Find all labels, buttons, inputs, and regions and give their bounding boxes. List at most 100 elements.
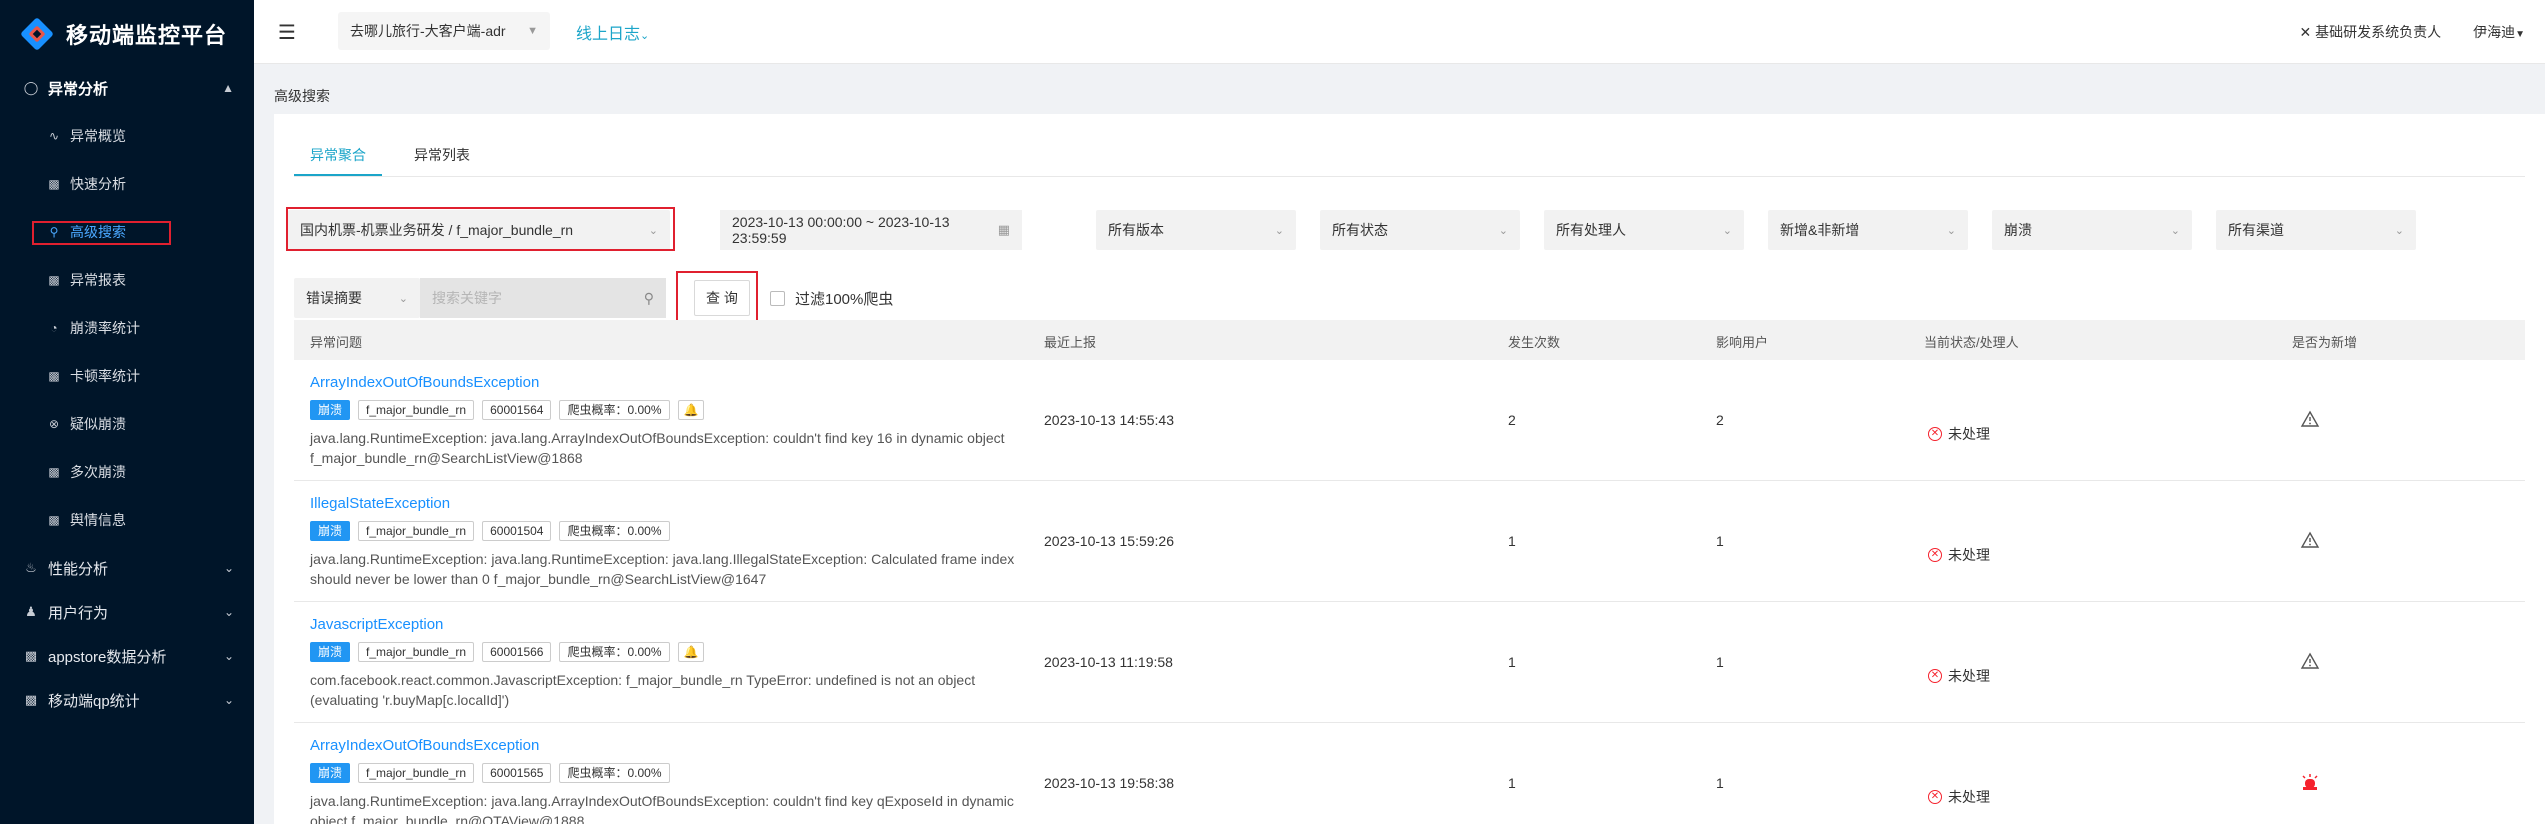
menu-group-appstore[interactable]: ▩ appstore数据分析 ⌄: [0, 634, 254, 678]
status-label: 未处理: [1948, 426, 1990, 442]
search-field-select[interactable]: 错误摘要 ⌄: [294, 278, 420, 318]
bundle-tag: f_major_bundle_rn: [358, 400, 475, 420]
exception-title-link[interactable]: ArrayIndexOutOfBoundsException: [310, 737, 539, 754]
column-header: 异常问题: [310, 335, 363, 350]
status-cell[interactable]: ✕ 未处理: [1928, 424, 1990, 444]
logo-icon: [20, 17, 54, 51]
tag-list: 崩溃 f_major_bundle_rn 60001565 爬虫概率：0.00%: [310, 763, 678, 783]
pie-chart-icon: ◔: [50, 321, 58, 335]
bar-chart-icon: ▩: [48, 273, 60, 287]
top-header: ☰ 去哪儿旅行-大客户端-adr ▼ 线上日志⌄ ✕ 基础研发系统负责人 伊海迪…: [254, 0, 2545, 64]
close-circle-icon: ✕: [1928, 427, 1942, 441]
new-alert-icon: [2302, 774, 2318, 790]
type-select[interactable]: 崩溃 ⌄: [1992, 210, 2192, 250]
chevron-down-icon: ⌄: [223, 649, 234, 663]
close-circle-icon: ✕: [1928, 669, 1942, 683]
sidebar-item-crash-rate[interactable]: ◔ 崩溃率统计: [0, 308, 254, 348]
bundle-select[interactable]: 国内机票-机票业务研发 / f_major_bundle_rn ⌄: [288, 210, 670, 250]
status-select[interactable]: 所有状态 ⌄: [1320, 210, 1520, 250]
exception-description: java.lang.RuntimeException: java.lang.Ru…: [310, 551, 1015, 587]
app-selector[interactable]: 去哪儿旅行-大客户端-adr ▼: [338, 12, 550, 50]
occurrence-count: 1: [1508, 775, 1516, 791]
handler-select-value: 所有处理人: [1556, 222, 1626, 238]
menu-group-user-behavior[interactable]: ♟ 用户行为 ⌄: [0, 590, 254, 634]
bell-icon: 🔔: [677, 642, 705, 662]
menu-group-label: 用户行为: [48, 604, 109, 622]
chevron-down-icon: ⌄: [1946, 224, 1956, 237]
sidebar-item-public-opinion[interactable]: ▩ 舆情信息: [0, 500, 254, 540]
tag-list: 崩溃 f_major_bundle_rn 60001504 爬虫概率：0.00%: [310, 521, 678, 541]
sidebar-item-multi-crash[interactable]: ▩ 多次崩溃: [0, 452, 254, 492]
menu-group-performance[interactable]: ♨ 性能分析 ⌄: [0, 546, 254, 590]
sidebar-item-advanced-search[interactable]: ⚲ 高级搜索: [0, 212, 254, 252]
role-menu[interactable]: ✕ 基础研发系统负责人: [2299, 22, 2441, 42]
new-type-select-value: 新增&非新增: [1780, 222, 1860, 238]
column-header[interactable]: 发生次数: [1508, 332, 1560, 351]
main-card: 异常聚合 异常列表 国内机票-机票业务研发 / f_major_bundle_r…: [274, 114, 2545, 824]
code-tag: 60001504: [482, 521, 552, 541]
sidebar-item-lag-rate[interactable]: ▩ 卡顿率统计: [0, 356, 254, 396]
chevron-down-icon: ⌄: [648, 224, 658, 237]
table-row: ArrayIndexOutOfBoundsException 崩溃 f_majo…: [294, 723, 2525, 824]
tab-bar: 异常聚合 异常列表: [294, 134, 502, 176]
handler-select[interactable]: 所有处理人 ⌄: [1544, 210, 1744, 250]
status-cell[interactable]: ✕ 未处理: [1928, 545, 1990, 565]
new-type-select[interactable]: 新增&非新增 ⌄: [1768, 210, 1968, 250]
menu-group-exception-analysis[interactable]: ◯ 异常分析 ▲: [0, 66, 254, 110]
calendar-icon: ▦: [997, 222, 1010, 237]
chevron-down-icon: ⌄: [2170, 224, 2180, 237]
chevron-down-icon: ⌄: [2394, 224, 2404, 237]
tab-list[interactable]: 异常列表: [398, 134, 486, 176]
role-label: 基础研发系统负责人: [2315, 24, 2442, 40]
bar-chart-icon: ▩: [48, 369, 60, 383]
sidebar-item-label: 高级搜索: [70, 224, 126, 240]
checkbox[interactable]: [770, 291, 785, 306]
last-report-time: 2023-10-13 19:58:38: [1044, 775, 1174, 791]
sidebar-item-exception-report[interactable]: ▩ 异常报表: [0, 260, 254, 300]
query-button[interactable]: 查 询: [694, 280, 750, 316]
channel-select[interactable]: 所有渠道 ⌄: [2216, 210, 2416, 250]
online-log-link[interactable]: 线上日志⌄: [576, 20, 649, 44]
bundle-tag: f_major_bundle_rn: [358, 521, 475, 541]
search-icon: ⚲: [49, 225, 59, 239]
exception-title-link[interactable]: IllegalStateException: [310, 495, 450, 512]
app-selector-value: 去哪儿旅行-大客户端-adr: [350, 23, 506, 39]
search-input[interactable]: [432, 290, 632, 306]
version-select[interactable]: 所有版本 ⌄: [1096, 210, 1296, 250]
sidebar-item-label: 疑似崩溃: [70, 416, 126, 432]
close-circle-icon: ✕: [1928, 790, 1942, 804]
bundle-select-value: 国内机票-机票业务研发 / f_major_bundle_rn: [300, 222, 574, 238]
column-header[interactable]: 最近上报: [1044, 332, 1096, 351]
status-cell[interactable]: ✕ 未处理: [1928, 787, 1990, 807]
user-menu[interactable]: 伊海迪▼: [2473, 22, 2525, 42]
sidebar-item-overview[interactable]: ∿ 异常概览: [0, 116, 254, 156]
status-select-value: 所有状态: [1332, 222, 1388, 238]
search-icon[interactable]: ⚲: [644, 290, 654, 307]
filter-crawler-label: 过滤100%爬虫: [795, 291, 894, 308]
status-cell[interactable]: ✕ 未处理: [1928, 666, 1990, 686]
sidebar-item-label: 异常概览: [70, 128, 126, 144]
menu-group-label: 异常分析: [48, 80, 109, 98]
logo[interactable]: 移动端监控平台: [20, 14, 227, 54]
sidebar-item-label: 舆情信息: [70, 512, 126, 528]
column-header[interactable]: 影响用户: [1716, 332, 1768, 351]
status-label: 未处理: [1948, 789, 1990, 805]
sidebar-item-suspected-crash[interactable]: ⊗ 疑似崩溃: [0, 404, 254, 444]
last-report-time: 2023-10-13 14:55:43: [1044, 412, 1174, 428]
close-circle-icon: ⊗: [48, 417, 60, 431]
status-label: 未处理: [1948, 547, 1990, 563]
exception-title-link[interactable]: JavascriptException: [310, 616, 443, 633]
filter-crawler-checkbox[interactable]: 过滤100%爬虫: [770, 288, 893, 309]
sidebar: 移动端监控平台 ◯ 异常分析 ▲ ∿ 异常概览 ▩ 快速分析 ⚲ 高级搜索 ▩ …: [0, 0, 254, 824]
sidebar-item-quick-analysis[interactable]: ▩ 快速分析: [0, 164, 254, 204]
column-header: 当前状态/处理人: [1924, 335, 2019, 350]
date-range-picker[interactable]: 2023-10-13 00:00:00 ~ 2023-10-13 23:59:5…: [720, 210, 1022, 250]
crash-tag: 崩溃: [310, 642, 351, 662]
menu-group-qp-stats[interactable]: ▩ 移动端qp统计 ⌄: [0, 678, 254, 722]
chart-icon: ▩: [24, 648, 38, 663]
tab-aggregate[interactable]: 异常聚合: [294, 134, 382, 176]
exception-title-link[interactable]: ArrayIndexOutOfBoundsException: [310, 374, 539, 391]
type-select-value: 崩溃: [2004, 222, 2032, 238]
table-header: 异常问题 最近上报 发生次数 影响用户 当前状态/处理人 是否为新增: [294, 320, 2525, 360]
menu-fold-icon[interactable]: ☰: [278, 20, 296, 45]
